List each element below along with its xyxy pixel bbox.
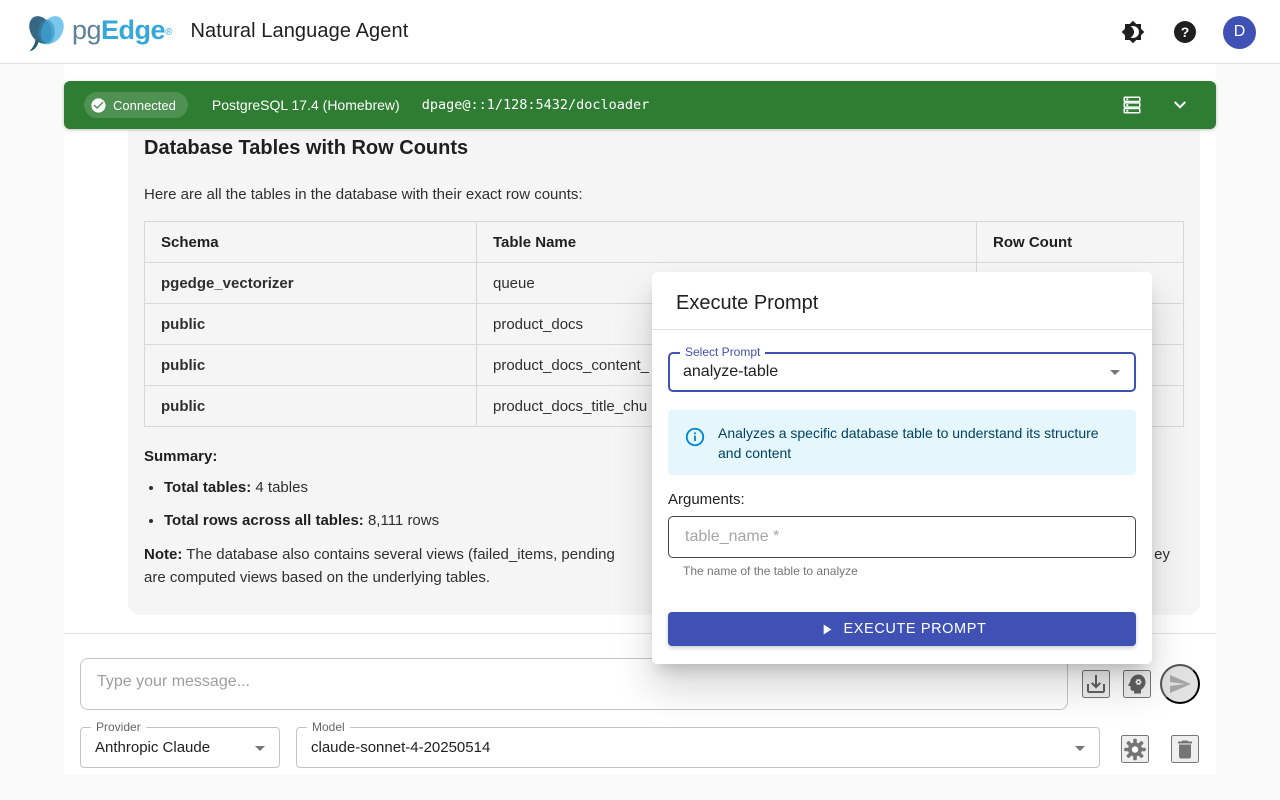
connection-expand-button[interactable]: [1166, 91, 1194, 119]
clear-chat-button[interactable]: [1171, 735, 1199, 763]
app-root: pgEdge® Natural Language Agent ? D Conne…: [0, 0, 1280, 800]
prompt-description-text: Analyzes a specific database table to un…: [718, 422, 1122, 463]
pgedge-wordmark: pgEdge®: [72, 17, 172, 46]
model-select-value: claude-sonnet-4-20250514: [311, 728, 490, 767]
execute-prompt-button[interactable]: EXECUTE PROMPT: [668, 612, 1136, 646]
pgedge-logo-icon: [24, 11, 70, 53]
psychology-icon: [1125, 672, 1149, 697]
dialog-divider: [652, 329, 1152, 330]
settings-button[interactable]: [1121, 735, 1149, 763]
dropdown-arrow-icon: [1103, 360, 1127, 384]
execute-prompt-dialog: Execute Prompt Select Prompt analyze-tab…: [652, 272, 1152, 664]
model-select[interactable]: Model claude-sonnet-4-20250514: [296, 727, 1100, 768]
message-heading: Database Tables with Row Counts: [144, 136, 1184, 160]
schema-cell: pgedge_vectorizer: [145, 263, 477, 304]
app-header: pgEdge® Natural Language Agent ? D: [0, 0, 1280, 64]
brightness-icon: [1121, 20, 1145, 44]
export-chat-button[interactable]: [1082, 670, 1110, 698]
connection-bar[interactable]: Connected PostgreSQL 17.4 (Homebrew) dpa…: [64, 81, 1216, 129]
trash-icon: [1173, 737, 1197, 762]
schema-cell: public: [145, 386, 477, 427]
dialog-title: Execute Prompt: [652, 272, 1152, 329]
prompt-select[interactable]: Select Prompt analyze-table: [668, 352, 1136, 392]
dark-mode-toggle-button[interactable]: [1119, 18, 1147, 46]
table-header-row: Schema Table Name Row Count: [145, 222, 1184, 263]
table-name-input[interactable]: [668, 516, 1136, 558]
schema-cell: public: [145, 304, 477, 345]
note-line-2: are computed views based on the underlyi…: [144, 569, 490, 586]
provider-select[interactable]: Provider Anthropic Claude: [80, 727, 280, 768]
argument-helper-text: The name of the table to analyze: [683, 564, 1136, 578]
user-avatar[interactable]: D: [1223, 16, 1256, 49]
prompt-select-value: analyze-table: [683, 354, 778, 390]
dropdown-arrow-icon: [248, 736, 272, 760]
send-icon: [1168, 672, 1192, 696]
pgedge-logo: pgEdge®: [24, 11, 172, 53]
header-actions: ? D: [1119, 0, 1256, 64]
connection-status-label: Connected: [113, 98, 176, 113]
column-header-row-count: Row Count: [977, 222, 1184, 263]
dropdown-arrow-icon: [1068, 736, 1092, 760]
help-icon: ?: [1174, 21, 1196, 43]
thinking-mode-button[interactable]: [1123, 670, 1151, 698]
download-icon: [1084, 672, 1108, 696]
connection-string: dpage@::1/128:5432/docloader: [422, 97, 650, 113]
info-icon: [684, 426, 706, 448]
connection-status-chip: Connected: [84, 92, 188, 118]
page-title: Natural Language Agent: [190, 20, 408, 43]
prompt-description-alert: Analyzes a specific database table to un…: [668, 410, 1136, 475]
message-intro: Here are all the tables in the database …: [144, 184, 1184, 206]
column-header-table-name: Table Name: [477, 222, 977, 263]
help-button[interactable]: ?: [1171, 18, 1199, 46]
gear-icon: [1123, 737, 1147, 762]
chevron-down-icon: [1168, 93, 1192, 117]
connection-list-button[interactable]: [1118, 91, 1146, 119]
play-icon: [818, 621, 835, 638]
server-version-label: PostgreSQL 17.4 (Homebrew): [212, 97, 400, 113]
arguments-label: Arguments:: [668, 491, 1136, 508]
schema-cell: public: [145, 345, 477, 386]
column-header-schema: Schema: [145, 222, 477, 263]
check-circle-icon: [90, 97, 107, 114]
provider-select-value: Anthropic Claude: [95, 728, 210, 767]
server-list-icon: [1121, 94, 1143, 116]
send-button[interactable]: [1160, 664, 1200, 704]
connection-actions: [1118, 91, 1194, 119]
message-input[interactable]: [80, 658, 1068, 710]
